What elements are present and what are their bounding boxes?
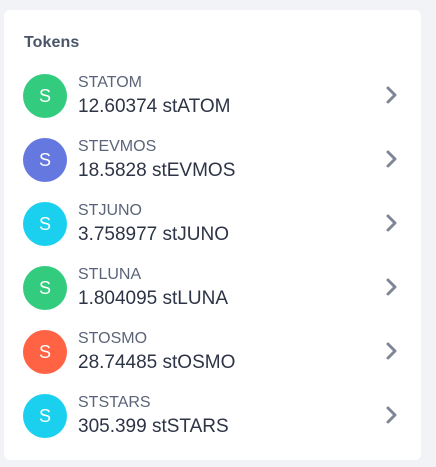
token-avatar: S [23,330,67,374]
token-balance: 3.758977 stJUNO [78,224,230,245]
chevron-right-icon[interactable] [385,342,399,360]
token-avatar: S [23,74,67,118]
token-symbol: STLUNA [78,266,142,283]
panel-title: Tokens [24,34,80,51]
chevron-right-icon[interactable] [385,86,399,104]
token-row-stevmos[interactable]: S STEVMOS 18.5828 stEVMOS [4,133,421,197]
chevron-right-icon[interactable] [385,406,399,424]
token-avatar: S [23,266,67,310]
tokens-panel: Tokens S STATOM 12.60374 stATOM S STEVMO… [4,10,421,460]
chevron-right-icon[interactable] [385,150,399,168]
token-row-statom[interactable]: S STATOM 12.60374 stATOM [4,69,421,133]
token-row-ststars[interactable]: S STSTARS 305.399 stSTARS [4,389,421,453]
token-balance: 12.60374 stATOM [78,96,231,117]
token-symbol: STOSMO [78,330,148,347]
token-avatar: S [23,138,67,182]
token-symbol: STSTARS [78,394,151,411]
token-symbol: STJUNO [78,202,142,219]
token-balance: 1.804095 stLUNA [78,288,228,309]
token-list: S STATOM 12.60374 stATOM S STEVMOS 18.58… [4,69,421,453]
token-balance: 28.74485 stOSMO [78,352,236,373]
token-balance: 18.5828 stEVMOS [78,160,236,181]
token-row-stjuno[interactable]: S STJUNO 3.758977 stJUNO [4,197,421,261]
token-row-stosmo[interactable]: S STOSMO 28.74485 stOSMO [4,325,421,389]
token-row-stluna[interactable]: S STLUNA 1.804095 stLUNA [4,261,421,325]
token-avatar: S [23,202,67,246]
token-avatar: S [23,394,67,438]
chevron-right-icon[interactable] [385,214,399,232]
token-symbol: STEVMOS [78,138,157,155]
chevron-right-icon[interactable] [385,278,399,296]
token-balance: 305.399 stSTARS [78,416,229,437]
token-symbol: STATOM [78,74,142,91]
